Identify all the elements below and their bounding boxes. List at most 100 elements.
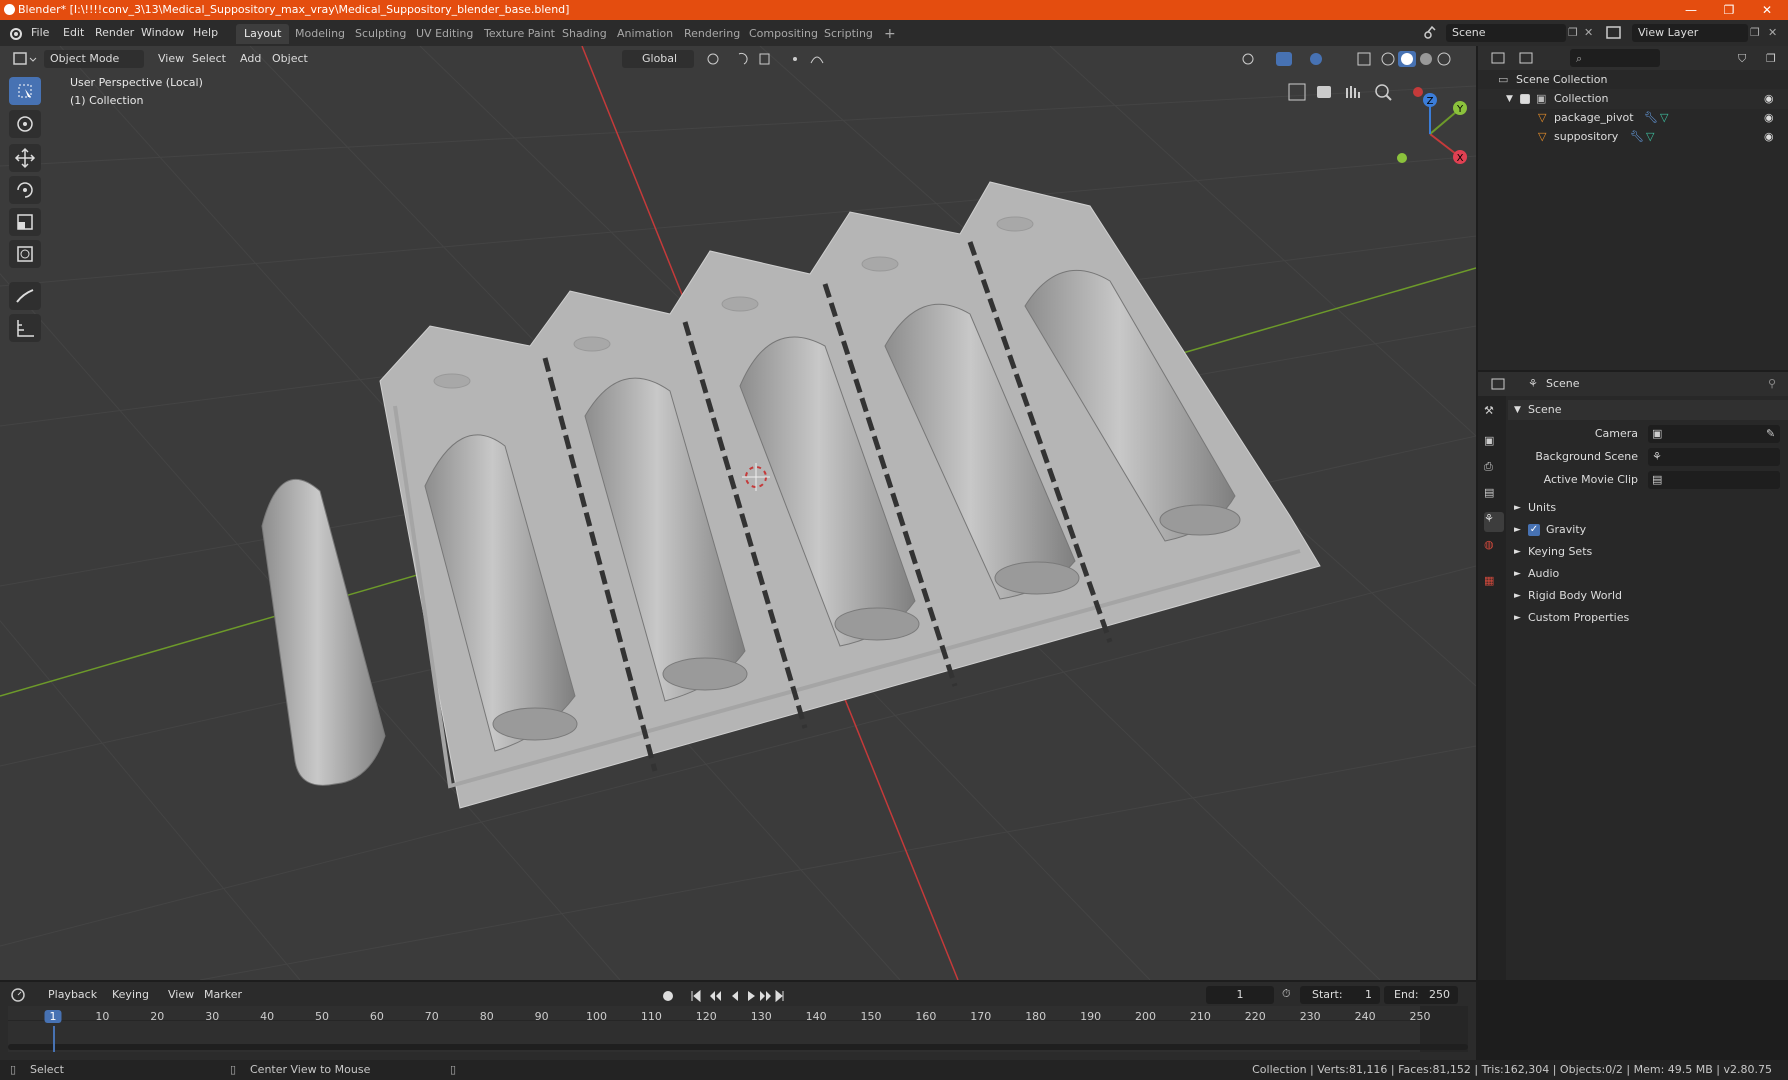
gravity-checkbox[interactable]: ✓ [1528, 524, 1540, 536]
restore-button[interactable]: ❐ [1710, 0, 1748, 20]
blender-menu-icon[interactable] [8, 26, 22, 40]
tab-compositing[interactable]: Compositing [741, 24, 826, 44]
texture-tab-icon[interactable]: ▦ [1484, 574, 1504, 594]
editor-type-icon[interactable] [12, 50, 38, 68]
modifier-wrench-icon[interactable]: 🔧︎ [1644, 108, 1658, 128]
visibility-eye-icon[interactable]: ◉ [1764, 127, 1774, 147]
current-frame-marker[interactable]: 1 [44, 1010, 62, 1023]
view-perspective-label: User Perspective (Local) [70, 76, 203, 89]
shading-controls[interactable] [1238, 50, 1476, 68]
new-view-layer-icon[interactable]: ❐ [1750, 26, 1760, 39]
tab-animation[interactable]: Animation [609, 24, 681, 44]
package-pivot-label: package_pivot [1554, 111, 1634, 124]
outliner-item-collection[interactable]: ▼ ▣ Collection ◉ [1478, 89, 1788, 109]
collection-checkbox[interactable] [1520, 94, 1530, 104]
menu-object[interactable]: Object [266, 50, 314, 68]
units-panel[interactable]: ► Units [1508, 498, 1788, 518]
playhead-line[interactable] [53, 1026, 55, 1052]
collapse-arrow-icon[interactable]: ▼ [1506, 89, 1513, 109]
remove-scene-icon[interactable]: ✕ [1584, 26, 1593, 39]
menu-edit[interactable]: Edit [56, 24, 91, 42]
outliner-item-scene-collection[interactable]: ▭ Scene Collection [1478, 70, 1788, 90]
eyedropper-icon[interactable]: ✎ [1766, 424, 1775, 444]
properties-panel[interactable]: ⚘ Scene ⚲ ⚒ ▣ ⎙ ▤ ⚘ ◍ ▦ ▼ Scene Camera ▣… [1478, 372, 1788, 980]
scene-icon: ⚘ [1528, 377, 1538, 390]
tab-layout[interactable]: Layout [236, 24, 290, 44]
modifier-wrench-icon[interactable]: 🔧︎ [1630, 127, 1644, 147]
close-button[interactable]: ✕ [1748, 0, 1786, 20]
menu-add[interactable]: Add [234, 50, 267, 68]
scale-tool[interactable] [9, 208, 41, 236]
background-scene-field[interactable] [1648, 448, 1780, 466]
tab-scripting[interactable]: Scripting [816, 24, 881, 44]
tab-rendering[interactable]: Rendering [676, 24, 748, 44]
custom-properties-panel[interactable]: ► Custom Properties [1508, 608, 1788, 628]
view-layer-selector[interactable]: View Layer [1632, 24, 1748, 42]
annotate-tool[interactable] [9, 282, 41, 310]
view-layer-icon[interactable] [1606, 26, 1622, 40]
remove-view-layer-icon[interactable]: ✕ [1768, 26, 1777, 39]
menu-window[interactable]: Window [134, 24, 191, 42]
rotate-tool[interactable] [9, 176, 41, 204]
frame-tick-label: 200 [1135, 1010, 1156, 1023]
tab-uv-editing[interactable]: UV Editing [408, 24, 481, 44]
add-workspace-button[interactable]: + [876, 24, 904, 44]
transform-orientation-selector[interactable]: Global [622, 50, 694, 68]
visibility-eye-icon[interactable]: ◉ [1764, 89, 1774, 109]
snapping-controls[interactable] [705, 51, 835, 67]
transform-tool[interactable] [9, 240, 41, 268]
outliner-panel[interactable]: ⌕ ⛉ ❐ ▭ Scene Collection ▼ ▣ Collection … [1478, 46, 1788, 370]
collection-label: Collection [1554, 92, 1609, 105]
filter-icon[interactable]: ⛉ [1738, 49, 1746, 69]
viewport-scene[interactable] [0, 46, 1476, 980]
menu-select[interactable]: Select [186, 50, 232, 68]
select-box-tool[interactable] [9, 77, 41, 105]
audio-panel[interactable]: ► Audio [1508, 564, 1788, 584]
minimize-button[interactable]: — [1672, 0, 1710, 20]
outliner-search-input[interactable] [1570, 49, 1660, 67]
mode-selector[interactable]: Object Mode [44, 50, 144, 68]
editor-type-icon[interactable] [1490, 376, 1514, 392]
mesh-data-icon[interactable]: ▽ [1646, 127, 1654, 147]
scene-section-label: Scene [1528, 403, 1562, 416]
menu-file[interactable]: File [24, 24, 56, 42]
keying-sets-panel[interactable]: ► Keying Sets [1508, 542, 1788, 562]
rigid-body-world-panel[interactable]: ► Rigid Body World [1508, 586, 1788, 606]
gravity-panel[interactable]: ► ✓ Gravity [1508, 520, 1788, 540]
axis-gizmo[interactable]: X Y Z [1392, 80, 1476, 180]
measure-tool[interactable] [9, 314, 41, 342]
new-collection-icon[interactable]: ❐ [1766, 49, 1776, 69]
move-tool[interactable] [9, 144, 41, 172]
scene-tab-icon[interactable]: ⚘ [1484, 512, 1504, 532]
active-movie-clip-field[interactable] [1648, 471, 1780, 489]
suppository-mesh[interactable] [261, 478, 386, 786]
scene-selector[interactable]: Scene [1446, 24, 1566, 42]
tab-shading[interactable]: Shading [554, 24, 615, 44]
navigation-buttons[interactable] [1285, 80, 1407, 104]
mesh-data-icon[interactable]: ▽ [1660, 108, 1668, 128]
3d-viewport[interactable]: Object Mode View Select Add Object Globa… [0, 46, 1476, 980]
menu-help[interactable]: Help [186, 24, 225, 42]
world-tab-icon[interactable]: ◍ [1484, 538, 1504, 558]
frame-tick-label: 130 [750, 1010, 772, 1023]
visibility-eye-icon[interactable]: ◉ [1764, 108, 1774, 128]
scene-icon[interactable] [1422, 25, 1438, 41]
scene-collection-label: Scene Collection [1516, 73, 1608, 86]
timeline-panel[interactable]: Playback Keying View Marker 1 ⏱ Start: 1… [0, 982, 1476, 1060]
expand-arrow-icon: ► [1514, 613, 1521, 623]
camera-field[interactable] [1648, 425, 1780, 443]
frame-tick-label: 20 [150, 1010, 165, 1023]
menu-view[interactable]: View [152, 50, 190, 68]
cursor-tool[interactable] [9, 110, 41, 138]
new-scene-icon[interactable]: ❐ [1568, 26, 1578, 39]
scene-section-header[interactable]: ▼ Scene [1508, 400, 1788, 420]
package-pivot-mesh[interactable] [379, 181, 1321, 809]
outliner-menu-icons[interactable] [1490, 50, 1540, 66]
pin-icon[interactable]: ⚲ [1768, 374, 1776, 394]
tab-texture-paint[interactable]: Texture Paint [476, 24, 563, 44]
tab-sculpting[interactable]: Sculpting [347, 24, 414, 44]
tool-tab-icon[interactable]: ⚒ [1484, 404, 1504, 424]
outliner-item-suppository[interactable]: ▽ suppository 🔧︎ ▽ ◉ [1478, 127, 1788, 147]
outliner-item-package-pivot[interactable]: ▽ package_pivot 🔧︎ ▽ ◉ [1478, 108, 1788, 128]
tab-modeling[interactable]: Modeling [287, 24, 353, 44]
